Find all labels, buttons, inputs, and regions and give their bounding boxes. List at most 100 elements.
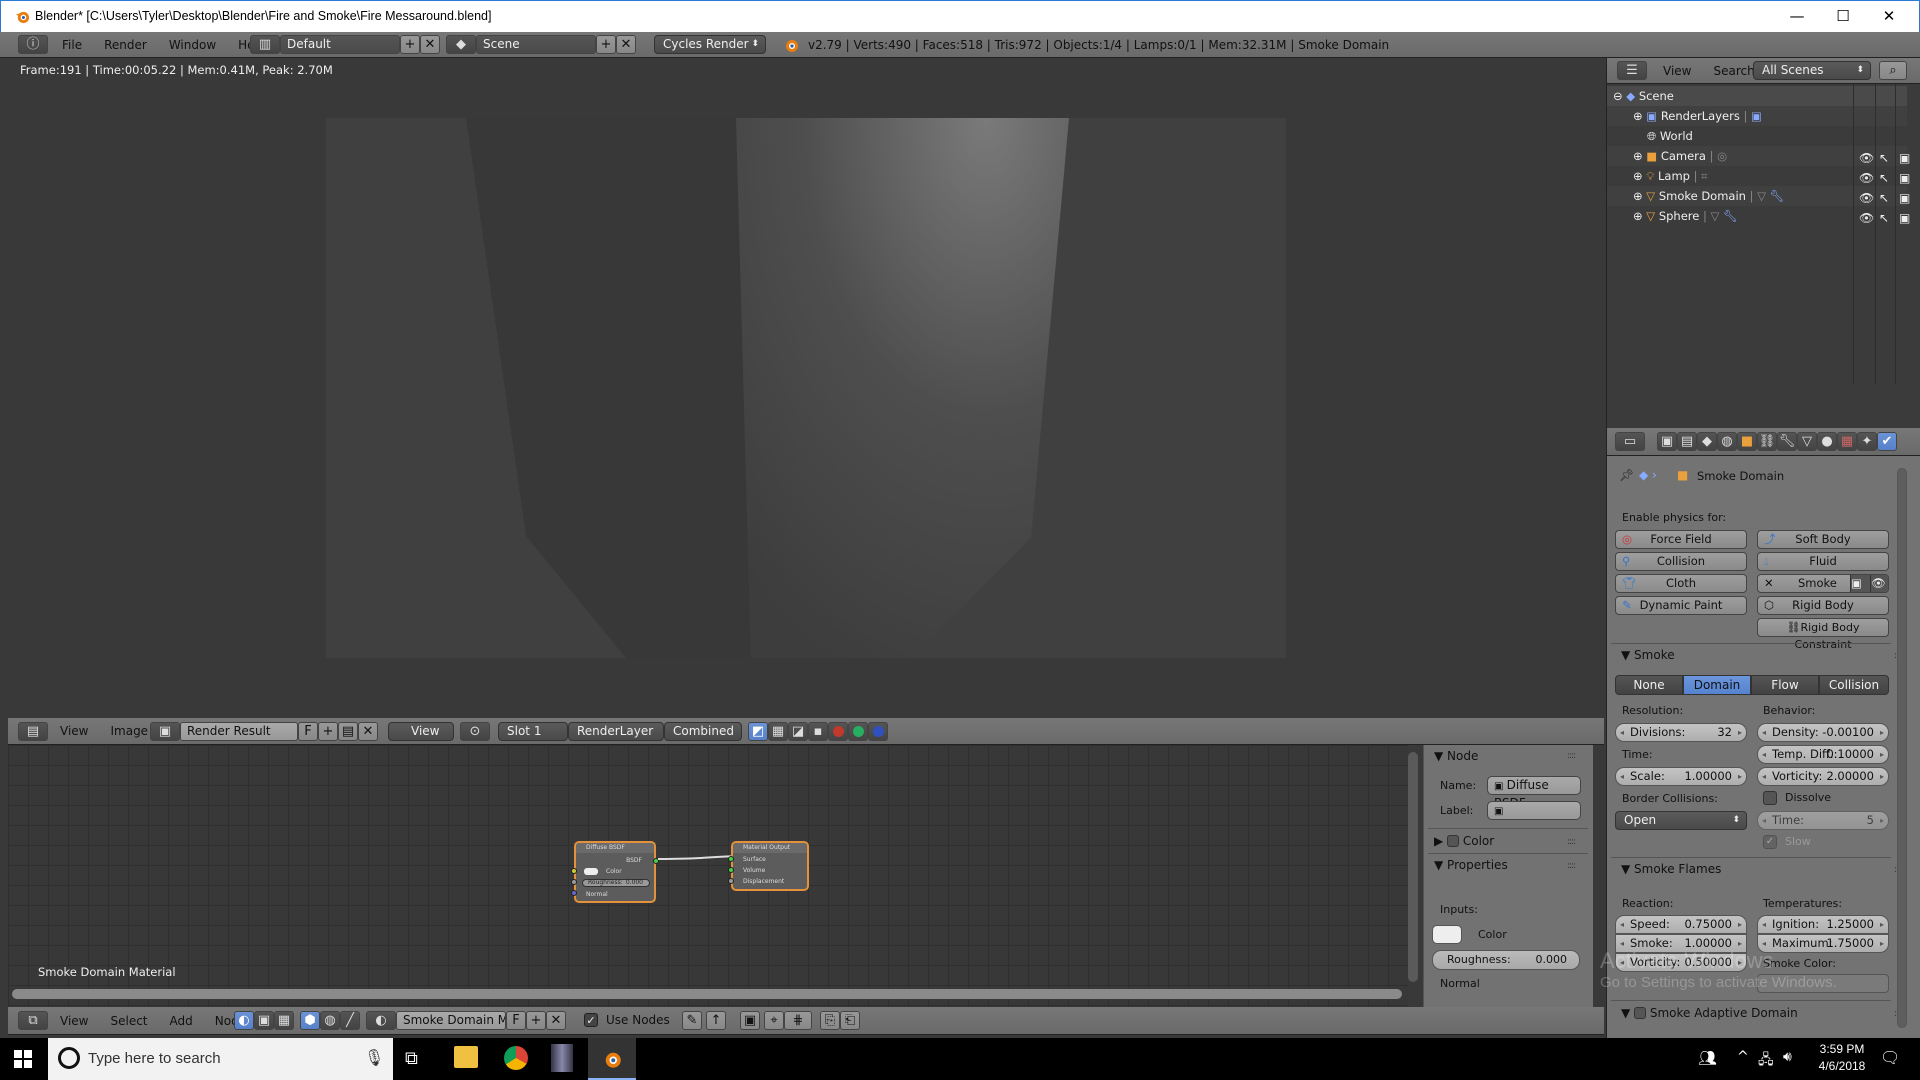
smoke-flames-section-header[interactable]: ▼ Smoke Flames [1621, 862, 1721, 876]
force-field-button[interactable]: ◎ Force Field [1615, 530, 1747, 549]
copy-nodes-button[interactable]: ⎘ [820, 1011, 840, 1030]
visibility-eye-icons[interactable]: 👁︎ 👁︎ 👁︎ 👁︎ [1859, 148, 1874, 228]
layout-icon[interactable]: ▥ [250, 35, 280, 54]
world-shader-button[interactable]: ◍ [320, 1011, 340, 1030]
properties-section-header[interactable]: ▼ Properties [1434, 858, 1508, 872]
tab-physics[interactable]: ✔ [1877, 432, 1897, 451]
show-hidden-icons-chevron[interactable]: ^ [1737, 1049, 1749, 1065]
render-engine-dropdown[interactable]: Cycles Render ⬍ [654, 35, 766, 54]
editor-type-info-button[interactable]: ⓘ [18, 35, 48, 54]
material-fake-user-button[interactable]: F [506, 1011, 526, 1030]
texture-nodes-button[interactable]: ▦ [274, 1011, 294, 1030]
slot-dropdown[interactable]: Slot 1 [498, 722, 568, 741]
color-only-display-button[interactable]: ▪ [808, 722, 828, 741]
taskbar-search-box[interactable]: Type here to search 🎙︎ [48, 1038, 393, 1080]
taskbar-clock[interactable]: 3:59 PM 4/6/2018 [1812, 1042, 1872, 1073]
roughness-field[interactable]: Roughness: 0.000 [1432, 950, 1580, 970]
bsdf-output-socket[interactable] [653, 858, 659, 864]
use-nodes-checkbox[interactable]: ✓ [584, 1013, 598, 1027]
diffuse-bsdf-node[interactable]: Diffuse BSDF BSDF Color Roughness: 0.000… [571, 841, 659, 903]
selectability-cursor-icons[interactable]: ↖ ↖ ↖ ↖ [1879, 148, 1889, 228]
snap-element-dropdown[interactable]: ⋕ [784, 1011, 812, 1030]
fake-user-button[interactable]: F [298, 722, 318, 741]
maximize-button[interactable]: ☐ [1820, 1, 1866, 31]
temp-diff-field[interactable]: ◂ Temp. Diff.: 0.10000 ▸ [1757, 745, 1889, 764]
scene-selector[interactable]: Scene [476, 35, 596, 54]
smoke-viewport-toggle-icon[interactable]: 👁︎ [1870, 575, 1888, 592]
smoke-type-collision[interactable]: Collision [1819, 675, 1889, 695]
file-explorer-icon[interactable] [454, 1046, 478, 1068]
menu-add[interactable]: Add [170, 1014, 193, 1028]
node-section-header[interactable]: ▼ Node [1434, 749, 1478, 763]
smoke-adaptive-domain-header[interactable]: ▼ Smoke Adaptive Domain [1621, 1006, 1798, 1020]
close-button[interactable]: ✕ [1866, 1, 1912, 31]
node-name-field[interactable]: ▣ Diffuse BSDF [1487, 776, 1581, 810]
collision-button[interactable]: ⚲ Collision [1615, 552, 1747, 571]
renderlayer-dropdown[interactable]: RenderLayer [568, 722, 664, 741]
smoke-type-domain[interactable]: Domain [1683, 675, 1751, 695]
smoke-type-none[interactable]: None [1615, 675, 1683, 695]
pin-button[interactable]: ✎ [682, 1011, 702, 1030]
object-shader-button[interactable]: ⬢ [300, 1011, 320, 1030]
volume-input-socket[interactable] [728, 867, 734, 873]
tab-constraints[interactable]: ⛓ [1757, 432, 1777, 451]
zbuffer-display-button[interactable]: ◪ [788, 722, 808, 741]
backdrop-button[interactable]: ▣ [740, 1011, 760, 1030]
menu-view[interactable]: View [60, 724, 88, 738]
network-icon[interactable]: 🖧︎ [1758, 1049, 1774, 1073]
view-dropdown[interactable]: View [388, 722, 454, 741]
menu-file[interactable]: File [62, 38, 82, 52]
outliner-editor-type-button[interactable]: ☰ [1617, 61, 1647, 80]
outliner-menu-search[interactable]: Search [1713, 64, 1754, 78]
adaptive-domain-checkbox[interactable] [1634, 1007, 1647, 1019]
blender-taskbar-button[interactable] [588, 1038, 636, 1080]
color-input-socket[interactable] [571, 868, 577, 874]
volume-icon[interactable]: 🔊︎ [1783, 1049, 1792, 1065]
divisions-field[interactable]: ◂ Divisions: 32 ▸ [1615, 723, 1747, 742]
menu-select[interactable]: Select [110, 1014, 147, 1028]
chrome-icon[interactable] [504, 1046, 528, 1070]
menu-view[interactable]: View [60, 1014, 88, 1028]
unlink-material-button[interactable]: ✕ [546, 1011, 566, 1030]
smoke-render-toggle-icon[interactable]: ▣ [1850, 575, 1870, 592]
cloth-button[interactable]: 👕︎ Cloth [1615, 574, 1747, 593]
diffuse-color-swatch[interactable] [584, 868, 598, 875]
add-layout-button[interactable]: + [400, 35, 420, 54]
add-scene-button[interactable]: + [596, 35, 616, 54]
red-channel-button[interactable] [828, 722, 848, 741]
tab-render-layers[interactable]: ▤ [1677, 432, 1697, 451]
menu-window[interactable]: Window [169, 38, 216, 52]
border-collisions-dropdown[interactable]: Open ⬍ [1615, 811, 1747, 830]
menu-render[interactable]: Render [104, 38, 147, 52]
delete-layout-button[interactable]: ✕ [420, 35, 440, 54]
image-name-field[interactable]: Render Result [180, 722, 298, 741]
roughness-input-socket[interactable] [571, 879, 577, 885]
rigid-body-button[interactable]: ⬡ Rigid Body [1757, 596, 1889, 615]
linestyle-shader-button[interactable]: ╱ [340, 1011, 360, 1030]
displacement-input-socket[interactable] [728, 878, 734, 884]
vorticity-field[interactable]: ◂ Vorticity: 2.00000 ▸ [1757, 767, 1889, 786]
city-app-icon[interactable] [551, 1044, 573, 1072]
renderability-camera-icons[interactable]: ▣ ▣ ▣ ▣ [1899, 148, 1910, 228]
green-channel-button[interactable] [848, 722, 868, 741]
material-output-node[interactable]: Material Output Surface Volume Displacem… [728, 841, 809, 891]
node-editor-canvas[interactable]: Diffuse BSDF BSDF Color Roughness: 0.000… [8, 745, 1408, 1007]
people-icon[interactable]: 👥︎ [1698, 1049, 1717, 1067]
new-material-button[interactable]: + [526, 1011, 546, 1030]
outliner-menu-view[interactable]: View [1663, 64, 1691, 78]
slow-checkbox[interactable]: ✓ [1763, 835, 1777, 849]
node-editor-horizontal-scrollbar[interactable] [12, 989, 1402, 999]
menu-image[interactable]: Image [110, 724, 148, 738]
shader-nodes-button[interactable]: ◐ [234, 1011, 254, 1030]
outliner-item-world[interactable]: 🌐︎ World [1607, 126, 1907, 146]
compositing-nodes-button[interactable]: ▣ [254, 1011, 274, 1030]
pivot-icon[interactable]: ⊙ [460, 722, 490, 741]
properties-editor-type-button[interactable]: ▭ [1615, 432, 1645, 451]
microphone-icon[interactable]: 🎙︎ [364, 1048, 384, 1067]
windows-start-button[interactable] [14, 1050, 32, 1068]
image-editor-viewport[interactable]: Frame:191 | Time:00:05.22 | Mem:0.41M, P… [8, 58, 1604, 718]
editor-type-image-button[interactable]: ▤ [18, 722, 48, 741]
flame-smoke-field[interactable]: ◂ Smoke: 1.00000 ▸ [1615, 934, 1747, 953]
outliner-item-scene[interactable]: ⊖ ◆ Scene [1607, 86, 1907, 106]
image-browse-icon[interactable]: ▣ [150, 722, 180, 741]
